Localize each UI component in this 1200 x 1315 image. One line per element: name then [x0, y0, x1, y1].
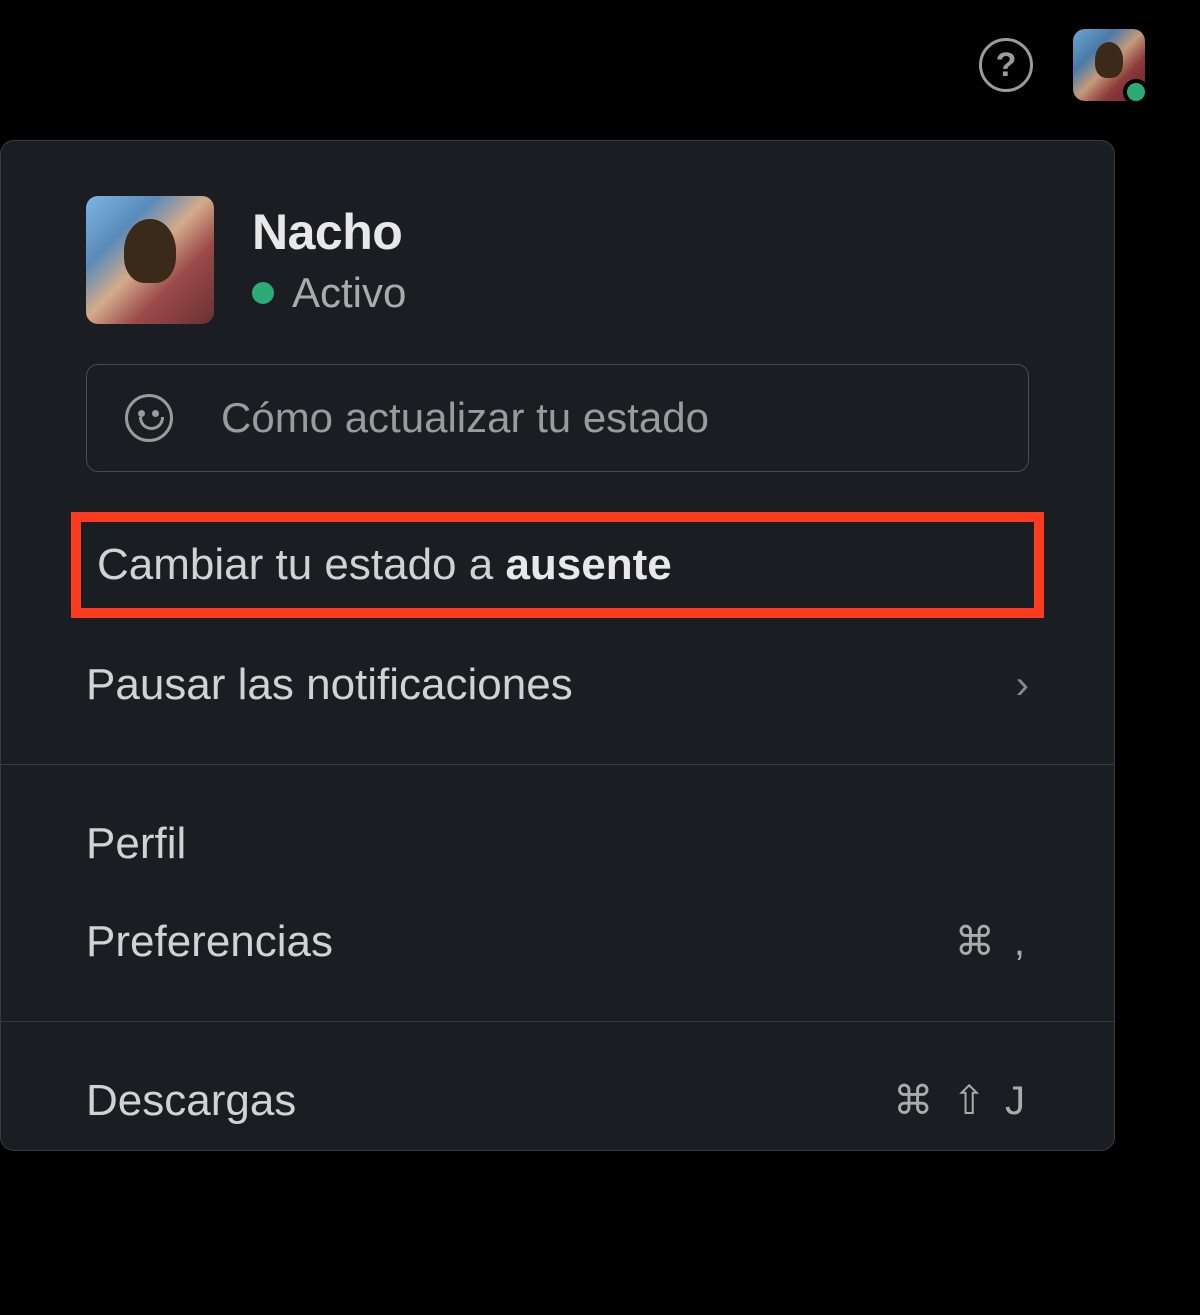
topbar: ?: [0, 0, 1200, 130]
user-header: Nacho Activo: [1, 196, 1114, 364]
divider: [1, 1021, 1114, 1022]
update-status-input[interactable]: Cómo actualizar tu estado: [86, 364, 1029, 472]
highlight-annotation: Cambiar tu estado a ausente: [71, 512, 1044, 618]
menu-item-label: Preferencias: [86, 917, 333, 967]
menu-item-pause-notifications[interactable]: Pausar las notificaciones ›: [1, 636, 1114, 734]
user-name: Nacho: [252, 203, 406, 261]
menu-item-label: Pausar las notificaciones: [86, 660, 573, 710]
smiley-icon: [125, 394, 173, 442]
help-icon[interactable]: ?: [979, 38, 1033, 92]
status-placeholder: Cómo actualizar tu estado: [221, 394, 709, 442]
user-status-row: Activo: [252, 269, 406, 317]
menu-item-downloads[interactable]: Descargas ⌘ ⇧ J: [1, 1052, 1114, 1150]
keyboard-shortcut: ⌘ ⇧ J: [893, 1078, 1029, 1124]
presence-indicator: [1123, 79, 1149, 105]
user-menu-dropdown: Nacho Activo Cómo actualizar tu estado C…: [0, 140, 1115, 1151]
status-dot-icon: [252, 282, 274, 304]
menu-item-change-status[interactable]: Cambiar tu estado a ausente: [93, 530, 1022, 600]
menu-item-label: Cambiar tu estado a ausente: [97, 540, 672, 590]
menu-item-preferences[interactable]: Preferencias ⌘ ,: [1, 893, 1114, 991]
keyboard-shortcut: ⌘ ,: [955, 919, 1029, 965]
avatar-image-large: [86, 196, 214, 324]
divider: [1, 764, 1114, 765]
user-avatar-button[interactable]: [1073, 29, 1145, 101]
user-info: Nacho Activo: [252, 203, 406, 317]
chevron-right-icon: ›: [1016, 663, 1029, 708]
menu-item-label: Perfil: [86, 819, 186, 869]
menu-item-profile[interactable]: Perfil: [1, 795, 1114, 893]
menu-item-label: Descargas: [86, 1076, 296, 1126]
status-input-wrap: Cómo actualizar tu estado: [86, 364, 1029, 472]
status-text: Activo: [292, 269, 406, 317]
